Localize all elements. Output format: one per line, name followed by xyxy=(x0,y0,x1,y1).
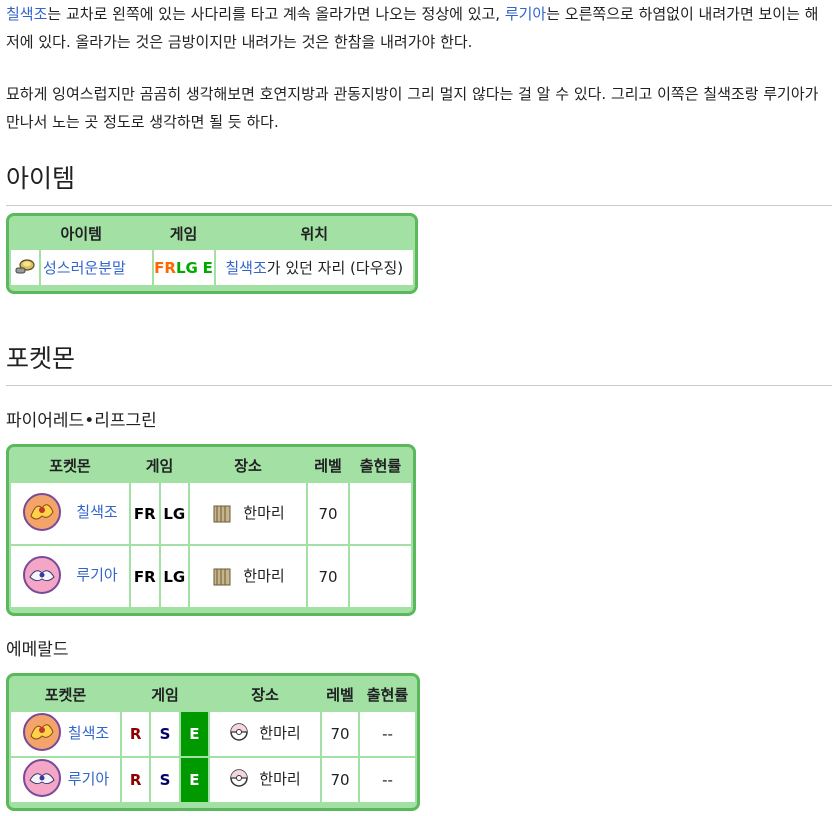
frlg-pokemon-table: 포켓몬 게임 장소 레벨 출현률 칠색조 FR LG 한마리 70 루기아 FR… xyxy=(6,444,416,616)
lugia-icon xyxy=(22,759,61,797)
game-cell: FRLG E xyxy=(153,250,214,285)
method-cell: 한마리 xyxy=(210,758,320,802)
version-fr: FR xyxy=(131,546,159,607)
section-heading-pokemon: 포켓몬 xyxy=(6,343,832,386)
emerald-header-location: 장소 xyxy=(210,678,320,710)
pokemon-link-lugia[interactable]: 루기아 xyxy=(68,768,109,789)
game-lg: LG xyxy=(175,258,198,277)
method-label: 한마리 xyxy=(259,769,301,788)
frlg-header-rate: 출현률 xyxy=(350,449,411,481)
rate-cell xyxy=(350,483,411,544)
emerald-header-game: 게임 xyxy=(122,678,208,710)
pokemon-cell: 칠색조 xyxy=(11,712,120,756)
level-cell: 70 xyxy=(322,712,358,756)
subheading-emerald: 에메랄드 xyxy=(6,640,69,660)
version-s: S xyxy=(151,758,179,802)
version-lg: LG xyxy=(160,483,188,544)
item-link[interactable]: 성스러운분말 xyxy=(43,259,126,277)
table-row: 칠색조 R S E 한마리 70 -- xyxy=(11,712,415,756)
game-e: E xyxy=(202,258,213,277)
items-header-location: 위치 xyxy=(215,218,413,248)
pokeball-icon xyxy=(230,769,249,787)
items-header-item: 아이템 xyxy=(11,218,152,248)
old-rod-icon xyxy=(213,505,231,522)
rate-cell xyxy=(350,546,411,607)
method-cell: 한마리 xyxy=(190,546,306,607)
link-ho-oh[interactable]: 칠색조 xyxy=(6,5,47,23)
rate-cell: -- xyxy=(360,712,415,756)
frlg-header-game: 게임 xyxy=(131,449,188,481)
pokeball-icon xyxy=(230,723,249,741)
lugia-icon xyxy=(23,555,62,594)
pokemon-link-ho-oh[interactable]: 칠색조 xyxy=(76,501,117,522)
mystic-item-icon xyxy=(11,250,39,285)
emerald-pokemon-table: 포켓몬 게임 장소 레벨 출현률 칠색조 R S E 한마리 70 -- 루기아… xyxy=(6,673,420,811)
version-lg: LG xyxy=(160,546,188,607)
pokemon-cell: 칠색조 xyxy=(11,483,129,544)
ho-oh-icon xyxy=(23,492,62,531)
emerald-header-pokemon: 포켓몬 xyxy=(11,678,120,710)
version-s: S xyxy=(151,712,179,756)
link-lugia[interactable]: 루기아 xyxy=(505,5,546,23)
ho-oh-icon xyxy=(22,713,61,751)
table-row: 칠색조 FR LG 한마리 70 xyxy=(11,483,411,544)
level-cell: 70 xyxy=(322,758,358,802)
table-row: 루기아 FR LG 한마리 70 xyxy=(11,546,411,607)
location-link[interactable]: 칠색조 xyxy=(225,259,266,277)
version-fr: FR xyxy=(131,483,159,544)
location-cell: 칠색조가 있던 자리 (다우징) xyxy=(215,250,413,285)
version-e: E xyxy=(180,712,208,756)
old-rod-icon xyxy=(213,568,231,585)
version-r: R xyxy=(122,712,150,756)
method-label: 한마리 xyxy=(243,566,285,585)
items-header-game: 게임 xyxy=(153,218,214,248)
rate-cell: -- xyxy=(360,758,415,802)
method-label: 한마리 xyxy=(243,503,285,522)
method-cell: 한마리 xyxy=(210,712,320,756)
intro-paragraph-1: 칠색조는 교차로 왼쪽에 있는 사다리를 타고 계속 올라가면 나오는 정상에 … xyxy=(6,0,832,56)
frlg-header-location: 장소 xyxy=(190,449,306,481)
frlg-header-pokemon: 포켓몬 xyxy=(11,449,129,481)
pokemon-link-ho-oh[interactable]: 칠색조 xyxy=(68,722,109,743)
pokemon-cell: 루기아 xyxy=(11,758,120,802)
intro-paragraph-2: 묘하게 잉여스럽지만 곰곰히 생각해보면 호연지방과 관동지방이 그리 멀지 않… xyxy=(6,85,819,131)
level-cell: 70 xyxy=(308,546,348,607)
pokemon-link-lugia[interactable]: 루기아 xyxy=(76,564,117,585)
subheading-frlg: 파이어레드•리프그린 xyxy=(6,411,157,431)
table-row: 성스러운분말 FRLG E 칠색조가 있던 자리 (다우징) xyxy=(11,250,413,285)
emerald-header-level: 레벨 xyxy=(322,678,358,710)
method-label: 한마리 xyxy=(259,723,301,742)
section-heading-items: 아이템 xyxy=(6,163,832,206)
version-e: E xyxy=(180,758,208,802)
emerald-header-rate: 출현률 xyxy=(360,678,415,710)
method-cell: 한마리 xyxy=(190,483,306,544)
table-row: 루기아 R S E 한마리 70 -- xyxy=(11,758,415,802)
location-text: 가 있던 자리 (다우징) xyxy=(266,259,404,277)
version-r: R xyxy=(122,758,150,802)
pokemon-cell: 루기아 xyxy=(11,546,129,607)
game-fr: FR xyxy=(154,258,176,277)
item-cell: 성스러운분말 xyxy=(41,250,152,285)
level-cell: 70 xyxy=(308,483,348,544)
frlg-header-level: 레벨 xyxy=(308,449,348,481)
intro-text-1: 는 교차로 왼쪽에 있는 사다리를 타고 계속 올라가면 나오는 정상에 있고, xyxy=(47,5,505,23)
items-table: 아이템 게임 위치 성스러운분말 FRLG E 칠색조가 있던 자리 (다우징) xyxy=(6,213,418,294)
